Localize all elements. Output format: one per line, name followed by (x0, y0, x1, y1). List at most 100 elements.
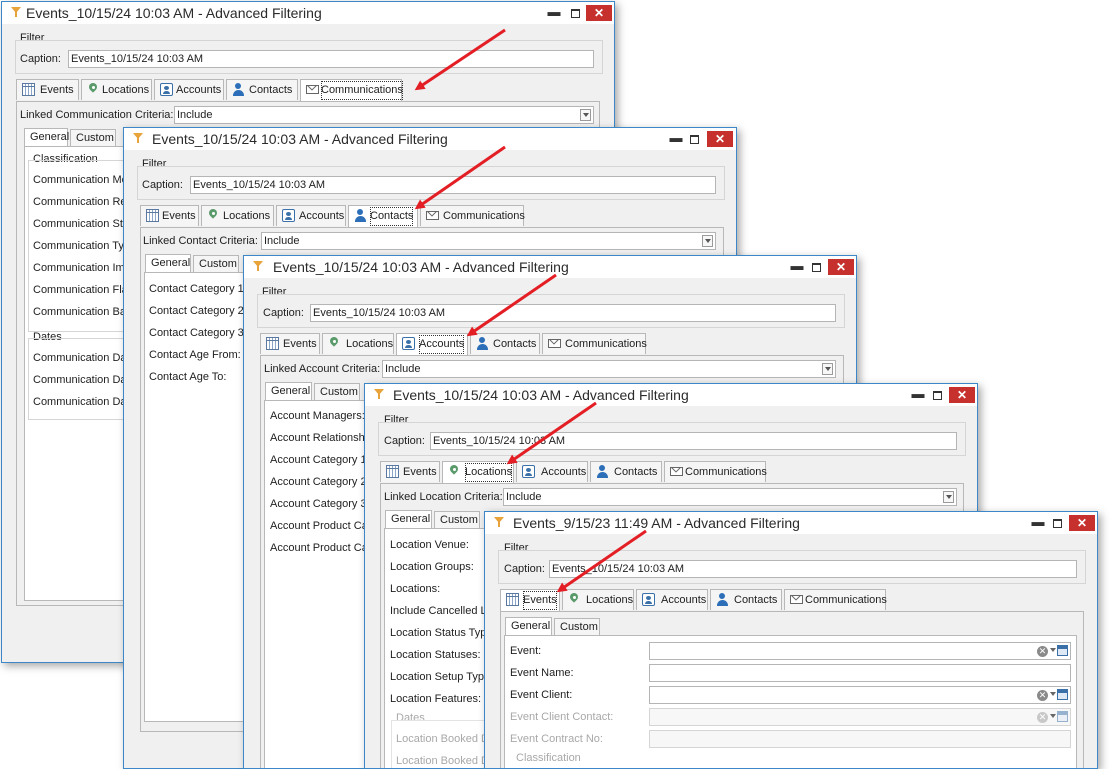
field-label: Contact Age From: (149, 349, 241, 361)
maximize-button[interactable] (568, 5, 582, 21)
tab-events[interactable]: Events (140, 205, 199, 226)
tab-locations[interactable]: Locations (322, 333, 394, 354)
chevron-down-icon[interactable] (943, 491, 954, 503)
field-label: Account Product Ca (270, 520, 368, 532)
caption-input[interactable]: Events_10/15/24 10:03 AM (430, 432, 957, 450)
tab-events[interactable]: Events (380, 461, 440, 482)
tab-events[interactable]: Events (500, 589, 560, 611)
tab-communications[interactable]: Communications (664, 461, 767, 482)
tab-accounts[interactable]: Accounts (396, 333, 468, 355)
criteria-select[interactable]: Include (503, 488, 957, 506)
close-button[interactable]: ✕ (707, 131, 733, 147)
clear-icon[interactable]: ✕ (1037, 646, 1048, 657)
title-bar[interactable]: Events_10/15/24 10:03 AM - Advanced Filt… (2, 2, 614, 24)
close-button[interactable]: ✕ (1069, 515, 1095, 531)
minimize-button[interactable]: ▬ (911, 387, 925, 403)
subtab-custom[interactable]: Custom (554, 618, 600, 636)
tab-contacts[interactable]: Contacts (710, 589, 782, 610)
location-pin-icon (448, 465, 461, 478)
tab-communications[interactable]: Communications (420, 205, 525, 226)
tab-events[interactable]: Events (16, 79, 79, 100)
event-name-input[interactable] (649, 664, 1071, 682)
chevron-down-icon[interactable] (702, 235, 713, 247)
tab-accounts[interactable]: Accounts (276, 205, 346, 226)
clear-icon[interactable]: ✕ (1037, 712, 1048, 723)
subtab-general[interactable]: General (265, 382, 312, 401)
contact-person-icon (476, 337, 489, 350)
event-client-contact-input[interactable]: ✕ (649, 708, 1071, 726)
subtab-custom[interactable]: Custom (434, 511, 480, 529)
maximize-button[interactable] (809, 259, 823, 275)
field-label: Contact Category 3 (149, 327, 244, 339)
maximize-button[interactable] (687, 131, 701, 147)
tab-events[interactable]: Events (260, 333, 320, 354)
lookup-window-icon[interactable] (1057, 689, 1068, 700)
subtab-general[interactable]: General (505, 617, 552, 636)
envelope-icon (306, 85, 319, 94)
maximize-button[interactable] (930, 387, 944, 403)
subtab-general[interactable]: General (385, 510, 432, 529)
chevron-down-icon[interactable] (580, 109, 591, 121)
field-label: Account Managers: (270, 410, 365, 422)
account-card-icon (642, 593, 655, 606)
caption-input[interactable]: Events_10/15/24 10:03 AM (68, 50, 594, 68)
criteria-select[interactable]: Include (174, 106, 594, 124)
tab-locations[interactable]: Locations (81, 79, 152, 100)
close-button[interactable]: ✕ (949, 387, 975, 403)
criteria-label: Linked Contact Criteria: (143, 235, 258, 247)
minimize-button[interactable]: ▬ (547, 5, 561, 21)
tab-locations[interactable]: Locations (442, 461, 514, 483)
caption-input[interactable]: Events_10/15/24 10:03 AM (549, 560, 1077, 578)
date-field-label: Communication Dat (33, 374, 130, 386)
chevron-down-icon[interactable] (1050, 648, 1056, 652)
title-bar[interactable]: Events_10/15/24 10:03 AM - Advanced Filt… (124, 128, 736, 150)
subtab-custom[interactable]: Custom (70, 129, 116, 147)
calendar-icon (146, 209, 159, 222)
event-lookup-input[interactable]: ✕ (649, 642, 1071, 660)
tab-communications[interactable]: Communications (542, 333, 647, 354)
tab-locations[interactable]: Locations (201, 205, 274, 226)
chevron-down-icon[interactable] (822, 363, 833, 375)
caption-input[interactable]: Events_10/15/24 10:03 AM (190, 176, 716, 194)
minimize-button[interactable]: ▬ (790, 259, 804, 275)
criteria-label: Linked Location Criteria: (384, 491, 503, 503)
criteria-select[interactable]: Include (261, 232, 716, 250)
tab-communications[interactable]: Communications (300, 79, 403, 101)
subtab-custom[interactable]: Custom (314, 383, 360, 401)
field-label: Communication Typ (33, 240, 131, 252)
tab-contacts[interactable]: Contacts (590, 461, 662, 482)
close-button[interactable]: ✕ (586, 5, 612, 21)
tab-accounts[interactable]: Accounts (516, 461, 588, 482)
criteria-select[interactable]: Include (382, 360, 836, 378)
title-bar[interactable]: Events_9/15/23 11:49 AM - Advanced Filte… (485, 512, 1097, 534)
field-label: Location Statuses: (390, 649, 481, 661)
tab-contacts[interactable]: Contacts (348, 205, 418, 227)
field-label: Communication Imp (33, 262, 131, 274)
lookup-window-icon[interactable] (1057, 645, 1068, 656)
clear-icon[interactable]: ✕ (1037, 690, 1048, 701)
tab-accounts[interactable]: Accounts (636, 589, 708, 610)
tab-contacts[interactable]: Contacts (470, 333, 540, 354)
tab-communications[interactable]: Communications (784, 589, 887, 610)
caption-label: Caption: (504, 563, 545, 575)
lookup-window-icon[interactable] (1057, 711, 1068, 722)
subtab-general[interactable]: General (145, 254, 191, 273)
calendar-icon (22, 83, 35, 96)
chevron-down-icon[interactable] (1050, 714, 1056, 718)
event-client-input[interactable]: ✕ (649, 686, 1071, 704)
title-bar[interactable]: Events_10/15/24 10:03 AM - Advanced Filt… (365, 384, 977, 406)
close-button[interactable]: ✕ (828, 259, 854, 275)
chevron-down-icon[interactable] (1050, 692, 1056, 696)
subtab-custom[interactable]: Custom (193, 255, 239, 273)
tab-locations[interactable]: Locations (562, 589, 634, 610)
maximize-button[interactable] (1050, 515, 1064, 531)
tab-contacts[interactable]: Contacts (226, 79, 298, 100)
contact-person-icon (354, 209, 367, 222)
subtab-general[interactable]: General (24, 128, 69, 147)
minimize-button[interactable]: ▬ (1031, 515, 1045, 531)
title-bar[interactable]: Events_10/15/24 10:03 AM - Advanced Filt… (244, 256, 856, 278)
minimize-button[interactable]: ▬ (669, 131, 683, 147)
caption-input[interactable]: Events_10/15/24 10:03 AM (310, 304, 836, 322)
event-contract-no-input[interactable] (649, 730, 1071, 748)
tab-accounts[interactable]: Accounts (154, 79, 224, 100)
